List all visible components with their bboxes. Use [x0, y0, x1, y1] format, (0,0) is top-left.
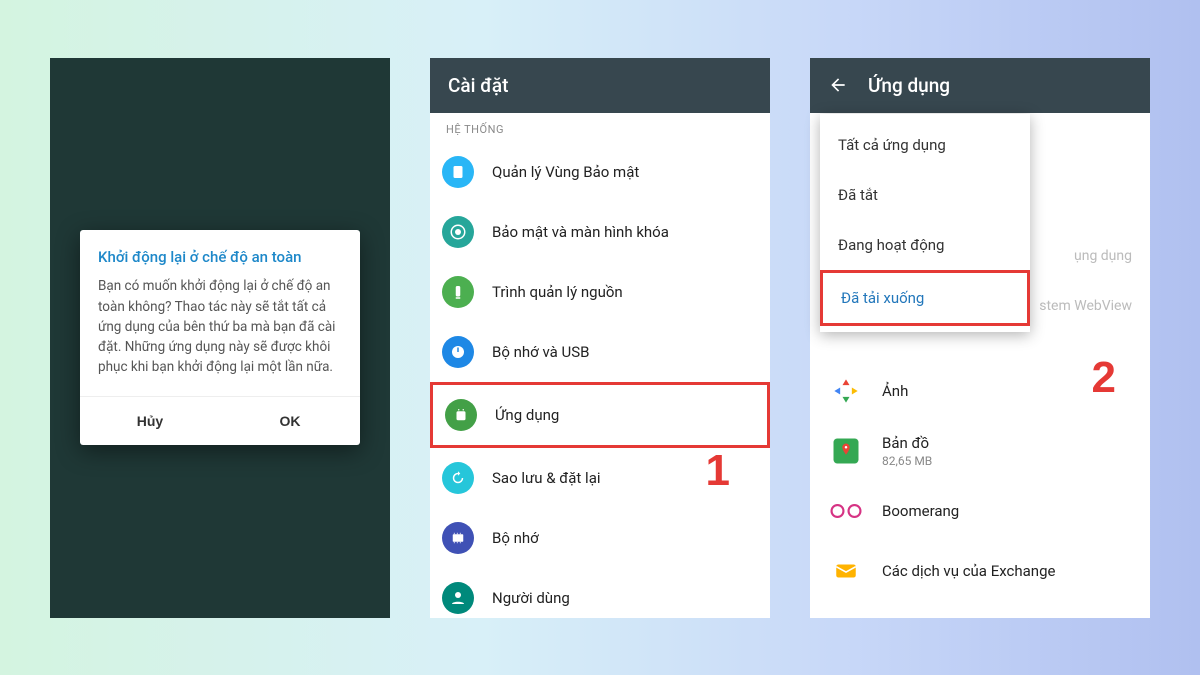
- settings-item-4[interactable]: Ứng dụng: [430, 382, 770, 448]
- dropdown-item-1[interactable]: Đã tắt: [820, 170, 1030, 220]
- app-meta: Ảnh: [882, 382, 908, 400]
- settings-item-icon: [442, 336, 474, 368]
- safe-mode-panel: Khởi động lại ở chế độ an toàn Bạn có mu…: [50, 58, 390, 618]
- step-number-2: 2: [1092, 353, 1116, 403]
- safe-mode-dialog: Khởi động lại ở chế độ an toàn Bạn có mu…: [80, 230, 360, 444]
- apps-panel: Ứng dụng ụng dụng stem WebView Tất cả ứn…: [810, 58, 1150, 618]
- settings-title: Cài đặt: [448, 74, 508, 97]
- settings-item-label: Bộ nhớ: [492, 529, 539, 547]
- apps-title: Ứng dụng: [868, 74, 950, 97]
- app-name: Bản đồ: [882, 434, 932, 452]
- app-meta: Bản đồ 82,65 MB: [882, 434, 932, 468]
- settings-item-label: Bộ nhớ và USB: [492, 343, 589, 361]
- app-sub: 82,65 MB: [882, 454, 932, 468]
- settings-item-icon: [442, 522, 474, 554]
- settings-item-label: Quản lý Vùng Bảo mật: [492, 163, 639, 181]
- settings-item-6[interactable]: Bộ nhớ: [430, 508, 770, 568]
- back-icon[interactable]: [828, 75, 848, 95]
- ok-button[interactable]: OK: [220, 397, 360, 445]
- settings-item-icon: [442, 156, 474, 188]
- app-meta: Boomerang: [882, 502, 959, 520]
- settings-item-icon: [445, 399, 477, 431]
- dropdown-item-2[interactable]: Đang hoạt động: [820, 220, 1030, 270]
- filter-dropdown: Tất cả ứng dụngĐã tắtĐang hoạt độngĐã tả…: [820, 114, 1030, 332]
- app-meta: Các dịch vụ của Exchange: [882, 562, 1055, 580]
- app-name: Các dịch vụ của Exchange: [882, 562, 1055, 580]
- settings-item-icon: [442, 582, 474, 614]
- settings-item-2[interactable]: Trình quản lý nguồn: [430, 262, 770, 322]
- settings-item-label: Sao lưu & đặt lại: [492, 469, 601, 487]
- dialog-body: Bạn có muốn khởi động lại ở chế độ an to…: [80, 276, 360, 395]
- dropdown-item-3[interactable]: Đã tải xuống: [820, 270, 1030, 326]
- step-number-1: 1: [706, 446, 730, 496]
- settings-appbar: Cài đặt: [430, 58, 770, 113]
- cancel-button[interactable]: Hủy: [80, 397, 220, 445]
- app-item-2[interactable]: Boomerang: [810, 481, 1150, 541]
- settings-item-icon: [442, 216, 474, 248]
- settings-item-label: Bảo mật và màn hình khóa: [492, 223, 669, 241]
- settings-panel: Cài đặt HỆ THỐNG Quản lý Vùng Bảo mật Bảo…: [430, 58, 770, 618]
- settings-item-7[interactable]: Người dùng: [430, 568, 770, 618]
- settings-item-3[interactable]: Bộ nhớ và USB: [430, 322, 770, 382]
- dropdown-item-0[interactable]: Tất cả ứng dụng: [820, 120, 1030, 170]
- settings-item-0[interactable]: Quản lý Vùng Bảo mật: [430, 142, 770, 202]
- section-header: HỆ THỐNG: [430, 113, 770, 142]
- dialog-actions: Hủy OK: [80, 396, 360, 445]
- settings-item-1[interactable]: Bảo mật và màn hình khóa: [430, 202, 770, 262]
- settings-item-label: Người dùng: [492, 589, 570, 607]
- apps-appbar: Ứng dụng: [810, 58, 1150, 113]
- settings-item-icon: [442, 276, 474, 308]
- settings-item-label: Trình quản lý nguồn: [492, 283, 623, 301]
- settings-item-label: Ứng dụng: [495, 406, 559, 424]
- app-name: Ảnh: [882, 382, 908, 400]
- ghost-text-1: ụng dụng: [1074, 248, 1132, 264]
- app-item-3[interactable]: Các dịch vụ của Exchange: [810, 541, 1150, 601]
- dialog-title: Khởi động lại ở chế độ an toàn: [80, 230, 360, 276]
- ghost-text-2: stem WebView: [1039, 298, 1132, 314]
- app-name: Boomerang: [882, 502, 959, 520]
- settings-item-icon: [442, 462, 474, 494]
- settings-list: Quản lý Vùng Bảo mật Bảo mật và màn hình …: [430, 142, 770, 618]
- app-item-1[interactable]: Bản đồ 82,65 MB: [810, 421, 1150, 481]
